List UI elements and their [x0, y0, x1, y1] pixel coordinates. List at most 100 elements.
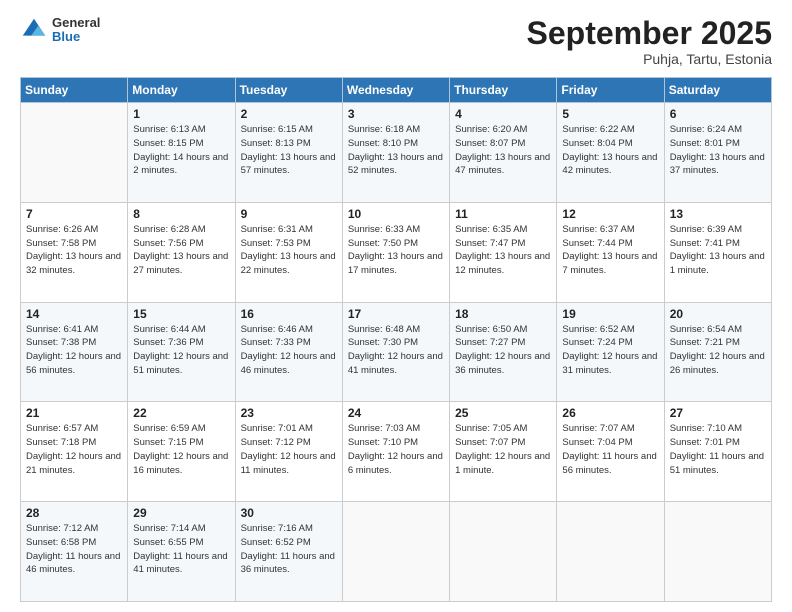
location-subtitle: Puhja, Tartu, Estonia [527, 51, 772, 67]
day-number: 12 [562, 207, 658, 221]
day-info: Sunrise: 6:22 AMSunset: 8:04 PMDaylight:… [562, 123, 658, 178]
day-info: Sunrise: 6:46 AMSunset: 7:33 PMDaylight:… [241, 323, 337, 378]
calendar-cell: 2 Sunrise: 6:15 AMSunset: 8:13 PMDaylight… [235, 103, 342, 203]
calendar-cell: 26 Sunrise: 7:07 AMSunset: 7:04 PMDayligh… [557, 402, 664, 502]
calendar-cell: 23 Sunrise: 7:01 AMSunset: 7:12 PMDayligh… [235, 402, 342, 502]
calendar-cell [450, 502, 557, 602]
day-number: 26 [562, 406, 658, 420]
calendar-cell: 30Sunrise: 7:16 AMSunset: 6:52 PMDayligh… [235, 502, 342, 602]
day-info: Sunrise: 6:15 AMSunset: 8:13 PMDaylight:… [241, 123, 337, 178]
calendar-week-row: 21Sunrise: 6:57 AMSunset: 7:18 PMDayligh… [21, 402, 772, 502]
day-number: 1 [133, 107, 229, 121]
calendar-table: SundayMondayTuesdayWednesdayThursdayFrid… [20, 77, 772, 602]
day-number: 14 [26, 307, 122, 321]
calendar-cell: 18 Sunrise: 6:50 AMSunset: 7:27 PMDayligh… [450, 302, 557, 402]
day-info: Sunrise: 6:18 AMSunset: 8:10 PMDaylight:… [348, 123, 444, 178]
header-row: SundayMondayTuesdayWednesdayThursdayFrid… [21, 78, 772, 103]
day-number: 20 [670, 307, 766, 321]
calendar-cell: 29 Sunrise: 7:14 AMSunset: 6:55 PMDayligh… [128, 502, 235, 602]
calendar-cell: 22 Sunrise: 6:59 AMSunset: 7:15 PMDayligh… [128, 402, 235, 502]
day-info: Sunrise: 7:14 AMSunset: 6:55 PMDaylight:… [133, 522, 229, 577]
calendar-cell: 16 Sunrise: 6:46 AMSunset: 7:33 PMDayligh… [235, 302, 342, 402]
day-info: Sunrise: 6:48 AMSunset: 7:30 PMDaylight:… [348, 323, 444, 378]
calendar-cell: 8Sunrise: 6:28 AMSunset: 7:56 PMDaylight… [128, 202, 235, 302]
day-info: Sunrise: 7:07 AMSunset: 7:04 PMDaylight:… [562, 422, 658, 477]
calendar-cell [342, 502, 449, 602]
day-info: Sunrise: 7:12 AMSunset: 6:58 PMDaylight:… [26, 522, 122, 577]
logo-blue-text: Blue [52, 30, 100, 44]
day-number: 25 [455, 406, 551, 420]
day-number: 3 [348, 107, 444, 121]
day-of-week-header: Saturday [664, 78, 771, 103]
day-info: Sunrise: 6:41 AMSunset: 7:38 PMDaylight:… [26, 323, 122, 378]
calendar-cell: 7 Sunrise: 6:26 AMSunset: 7:58 PMDaylight… [21, 202, 128, 302]
day-number: 21 [26, 406, 122, 420]
day-number: 24 [348, 406, 444, 420]
page-header: General Blue September 2025 Puhja, Tartu… [20, 16, 772, 67]
day-number: 2 [241, 107, 337, 121]
calendar-cell: 27Sunrise: 7:10 AMSunset: 7:01 PMDayligh… [664, 402, 771, 502]
calendar-week-row: 28Sunrise: 7:12 AMSunset: 6:58 PMDayligh… [21, 502, 772, 602]
day-number: 16 [241, 307, 337, 321]
day-number: 11 [455, 207, 551, 221]
calendar-week-row: 7 Sunrise: 6:26 AMSunset: 7:58 PMDaylight… [21, 202, 772, 302]
calendar-cell: 15 Sunrise: 6:44 AMSunset: 7:36 PMDayligh… [128, 302, 235, 402]
calendar-cell: 19Sunrise: 6:52 AMSunset: 7:24 PMDayligh… [557, 302, 664, 402]
day-info: Sunrise: 6:26 AMSunset: 7:58 PMDaylight:… [26, 223, 122, 278]
day-info: Sunrise: 7:05 AMSunset: 7:07 PMDaylight:… [455, 422, 551, 477]
calendar-body: 1 Sunrise: 6:13 AMSunset: 8:15 PMDaylight… [21, 103, 772, 602]
calendar-cell [664, 502, 771, 602]
day-number: 4 [455, 107, 551, 121]
calendar-cell: 6 Sunrise: 6:24 AMSunset: 8:01 PMDaylight… [664, 103, 771, 203]
day-number: 6 [670, 107, 766, 121]
day-info: Sunrise: 7:01 AMSunset: 7:12 PMDaylight:… [241, 422, 337, 477]
day-info: Sunrise: 6:24 AMSunset: 8:01 PMDaylight:… [670, 123, 766, 178]
calendar-cell: 12 Sunrise: 6:37 AMSunset: 7:44 PMDayligh… [557, 202, 664, 302]
day-info: Sunrise: 6:13 AMSunset: 8:15 PMDaylight:… [133, 123, 229, 178]
day-number: 8 [133, 207, 229, 221]
calendar-cell [557, 502, 664, 602]
calendar-week-row: 14 Sunrise: 6:41 AMSunset: 7:38 PMDayligh… [21, 302, 772, 402]
calendar-cell: 13Sunrise: 6:39 AMSunset: 7:41 PMDayligh… [664, 202, 771, 302]
calendar-cell: 24 Sunrise: 7:03 AMSunset: 7:10 PMDayligh… [342, 402, 449, 502]
day-number: 7 [26, 207, 122, 221]
day-info: Sunrise: 7:03 AMSunset: 7:10 PMDaylight:… [348, 422, 444, 477]
day-number: 18 [455, 307, 551, 321]
calendar-cell: 10Sunrise: 6:33 AMSunset: 7:50 PMDayligh… [342, 202, 449, 302]
calendar-cell: 11 Sunrise: 6:35 AMSunset: 7:47 PMDayligh… [450, 202, 557, 302]
day-number: 9 [241, 207, 337, 221]
day-number: 10 [348, 207, 444, 221]
day-info: Sunrise: 6:59 AMSunset: 7:15 PMDaylight:… [133, 422, 229, 477]
calendar-cell: 5Sunrise: 6:22 AMSunset: 8:04 PMDaylight… [557, 103, 664, 203]
day-info: Sunrise: 7:16 AMSunset: 6:52 PMDaylight:… [241, 522, 337, 577]
day-info: Sunrise: 6:52 AMSunset: 7:24 PMDaylight:… [562, 323, 658, 378]
day-number: 29 [133, 506, 229, 520]
day-of-week-header: Sunday [21, 78, 128, 103]
day-info: Sunrise: 6:35 AMSunset: 7:47 PMDaylight:… [455, 223, 551, 278]
day-number: 22 [133, 406, 229, 420]
day-info: Sunrise: 6:44 AMSunset: 7:36 PMDaylight:… [133, 323, 229, 378]
day-number: 17 [348, 307, 444, 321]
logo-icon [20, 16, 48, 44]
calendar-cell: 4 Sunrise: 6:20 AMSunset: 8:07 PMDaylight… [450, 103, 557, 203]
calendar-header: SundayMondayTuesdayWednesdayThursdayFrid… [21, 78, 772, 103]
day-info: Sunrise: 6:20 AMSunset: 8:07 PMDaylight:… [455, 123, 551, 178]
calendar-cell [21, 103, 128, 203]
logo-general-text: General [52, 16, 100, 30]
day-number: 15 [133, 307, 229, 321]
day-number: 23 [241, 406, 337, 420]
calendar-cell: 3 Sunrise: 6:18 AMSunset: 8:10 PMDaylight… [342, 103, 449, 203]
day-info: Sunrise: 6:39 AMSunset: 7:41 PMDaylight:… [670, 223, 766, 278]
day-of-week-header: Monday [128, 78, 235, 103]
day-info: Sunrise: 6:50 AMSunset: 7:27 PMDaylight:… [455, 323, 551, 378]
logo-text: General Blue [52, 16, 100, 45]
calendar-cell: 20 Sunrise: 6:54 AMSunset: 7:21 PMDayligh… [664, 302, 771, 402]
calendar-cell: 14 Sunrise: 6:41 AMSunset: 7:38 PMDayligh… [21, 302, 128, 402]
day-info: Sunrise: 6:54 AMSunset: 7:21 PMDaylight:… [670, 323, 766, 378]
day-info: Sunrise: 6:31 AMSunset: 7:53 PMDaylight:… [241, 223, 337, 278]
title-block: September 2025 Puhja, Tartu, Estonia [527, 16, 772, 67]
calendar-week-row: 1 Sunrise: 6:13 AMSunset: 8:15 PMDaylight… [21, 103, 772, 203]
month-title: September 2025 [527, 16, 772, 51]
day-of-week-header: Thursday [450, 78, 557, 103]
day-info: Sunrise: 6:37 AMSunset: 7:44 PMDaylight:… [562, 223, 658, 278]
